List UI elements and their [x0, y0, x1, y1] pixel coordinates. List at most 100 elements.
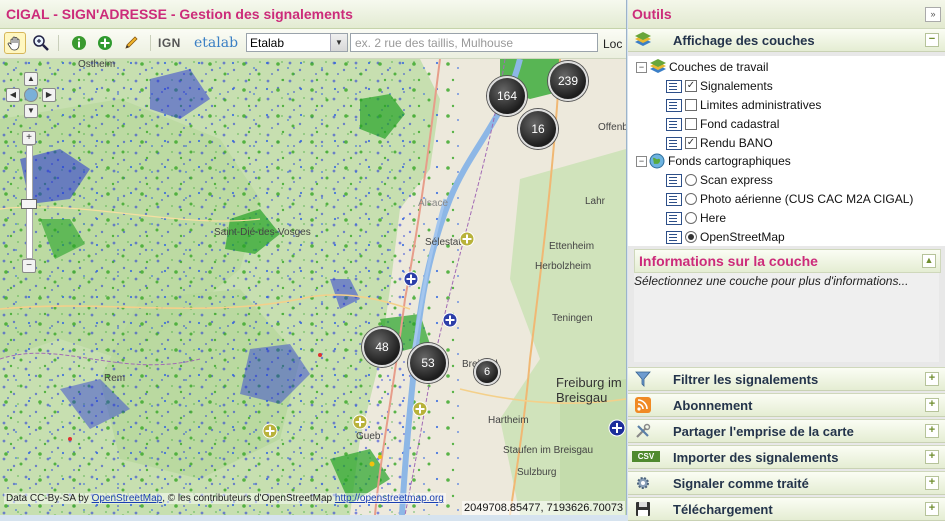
processed-marker-icon[interactable]: [262, 423, 278, 439]
processed-marker-icon[interactable]: [412, 401, 428, 417]
globe-icon[interactable]: [24, 88, 38, 102]
zoom-out-button[interactable]: −: [22, 259, 36, 273]
report-cluster[interactable]: 48: [362, 327, 402, 367]
layer-checkbox[interactable]: ✓: [685, 80, 697, 92]
zoom-in-button[interactable]: +: [22, 131, 36, 145]
legend-icon[interactable]: [666, 136, 682, 150]
layer-item-bano[interactable]: ✓ Rendu BANO: [666, 134, 773, 152]
section-toggle[interactable]: +: [925, 372, 939, 386]
section-header-import[interactable]: CSV Importer des signalements +: [628, 445, 945, 469]
pan-hand-button[interactable]: [4, 32, 26, 54]
map-panel: CIGAL - SIGN'ADRESSE - Gestion des signa…: [0, 0, 627, 515]
legend-icon[interactable]: [666, 98, 682, 112]
osm-link[interactable]: OpenStreetMap: [92, 493, 163, 504]
section-toggle[interactable]: +: [925, 476, 939, 490]
map-canvas[interactable]: Ostheim Saint-Dié-des-Vosges Offenburg L…: [0, 59, 626, 515]
collapse-panel-button[interactable]: »: [925, 7, 941, 22]
report-cluster[interactable]: 16: [518, 109, 558, 149]
collapse-node-icon[interactable]: −: [636, 155, 647, 167]
layer-item-cadastre[interactable]: Fond cadastral: [666, 115, 779, 133]
section-header-mark-processed[interactable]: Signaler comme traité +: [628, 471, 945, 495]
report-cluster[interactable]: 164: [487, 76, 527, 116]
section-toggle[interactable]: −: [925, 33, 939, 47]
pan-left-button[interactable]: ◀: [6, 88, 20, 102]
layer-info-header[interactable]: Informations sur la couche ▲: [634, 249, 941, 273]
hand-icon: [7, 36, 20, 51]
pan-down-button[interactable]: ▼: [24, 104, 38, 118]
basemap-radio[interactable]: [685, 193, 697, 205]
basemap-item-here[interactable]: Here: [666, 209, 726, 227]
basemap-radio[interactable]: [685, 174, 697, 186]
pan-right-button[interactable]: ▶: [42, 88, 56, 102]
layer-item-limites[interactable]: Limites administratives: [666, 96, 821, 114]
tree-group-working[interactable]: − Couches de travail: [636, 58, 768, 76]
section-header-share[interactable]: Partager l'emprise de la carte +: [628, 419, 945, 443]
report-marker-icon[interactable]: [442, 312, 458, 328]
report-marker-icon[interactable]: [403, 271, 419, 287]
tree-group-basemaps[interactable]: − Fonds cartographiques: [636, 152, 791, 170]
layer-item-signalements[interactable]: ✓ Signalements: [666, 77, 773, 95]
chevron-up-icon[interactable]: ▲: [922, 254, 936, 268]
locate-button[interactable]: Loc: [603, 37, 622, 51]
map-label-herbolzheim: Herbolzheim: [535, 261, 592, 272]
processed-marker-icon[interactable]: [352, 414, 368, 430]
map-label-staufen: Staufen im Breisgau: [503, 445, 594, 456]
pan-up-button[interactable]: ▲: [24, 72, 38, 86]
chevron-down-icon[interactable]: ▼: [330, 34, 347, 51]
section-header-filter[interactable]: Filtrer les signalements +: [628, 367, 945, 391]
legend-icon[interactable]: [666, 173, 682, 187]
legend-icon[interactable]: [666, 79, 682, 93]
tools-panel-title: Outils: [632, 6, 672, 22]
section-header-subscription[interactable]: Abonnement +: [628, 393, 945, 417]
section-toggle[interactable]: +: [925, 424, 939, 438]
basemap-radio[interactable]: [685, 212, 697, 224]
tools-panel: Outils » Affichage des couches − − Couch…: [628, 0, 945, 521]
attribution-prefix: Data CC-By-SA by: [6, 493, 89, 504]
legend-icon[interactable]: [666, 117, 682, 131]
map-label-sulzburg: Sulzburg: [517, 467, 557, 478]
basemap-item-osm[interactable]: OpenStreetMap: [666, 228, 785, 246]
report-marker-icon[interactable]: [608, 419, 626, 437]
mouse-position-readout: 2049708.85477, 7193626.70073: [462, 501, 626, 515]
tree-group-label: Fonds cartographiques: [668, 154, 791, 168]
basemap-label: Photo aérienne (CUS CAC M2A CIGAL): [700, 192, 914, 206]
section-toggle[interactable]: +: [925, 502, 939, 516]
layer-tree: − Couches de travail ✓ Signalements Limi…: [628, 56, 945, 246]
zoom-slider-handle[interactable]: [21, 199, 37, 209]
map-toolbar: IGN etalab Etalab ▼ Loc: [0, 29, 626, 59]
tools-icon: [636, 423, 651, 438]
layer-info-text: Sélectionnez une couche pour plus d'info…: [634, 274, 909, 288]
section-toggle[interactable]: +: [925, 398, 939, 412]
toolbar-separator: [150, 35, 151, 51]
section-header-download[interactable]: Téléchargement +: [628, 497, 945, 521]
geocoder-source-select[interactable]: Etalab ▼: [246, 33, 348, 52]
basemap-item-scan-express[interactable]: Scan express: [666, 171, 773, 189]
address-search-input[interactable]: [350, 33, 598, 52]
collapse-node-icon[interactable]: −: [636, 61, 647, 73]
report-cluster[interactable]: 53: [408, 343, 448, 383]
add-report-button[interactable]: [94, 32, 116, 54]
section-label: Filtrer les signalements: [673, 372, 819, 387]
report-cluster[interactable]: 239: [548, 61, 588, 101]
section-toggle[interactable]: +: [925, 450, 939, 464]
edit-button[interactable]: [120, 32, 142, 54]
basemap-item-photo[interactable]: Photo aérienne (CUS CAC M2A CIGAL): [666, 190, 913, 208]
legend-icon[interactable]: [666, 230, 682, 244]
report-cluster[interactable]: 6: [474, 359, 500, 385]
zoom-box-button[interactable]: [30, 32, 52, 54]
info-button[interactable]: [68, 32, 90, 54]
tools-panel-header: Outils »: [628, 0, 945, 29]
ign-source-logo[interactable]: IGN: [158, 32, 181, 54]
osm-url-link[interactable]: http://openstreetmap.org: [335, 493, 444, 504]
processed-marker-icon[interactable]: [459, 231, 475, 247]
etalab-source-logo[interactable]: etalab: [194, 32, 238, 54]
basemap-label: OpenStreetMap: [700, 230, 785, 244]
basemap-radio[interactable]: [685, 231, 697, 243]
map-label-hartheim: Hartheim: [488, 415, 529, 426]
legend-icon[interactable]: [666, 211, 682, 225]
legend-icon[interactable]: [666, 192, 682, 206]
layer-checkbox[interactable]: ✓: [685, 137, 697, 149]
layer-checkbox[interactable]: [685, 118, 697, 130]
section-header-layers[interactable]: Affichage des couches −: [628, 28, 945, 52]
layer-checkbox[interactable]: [685, 99, 697, 111]
